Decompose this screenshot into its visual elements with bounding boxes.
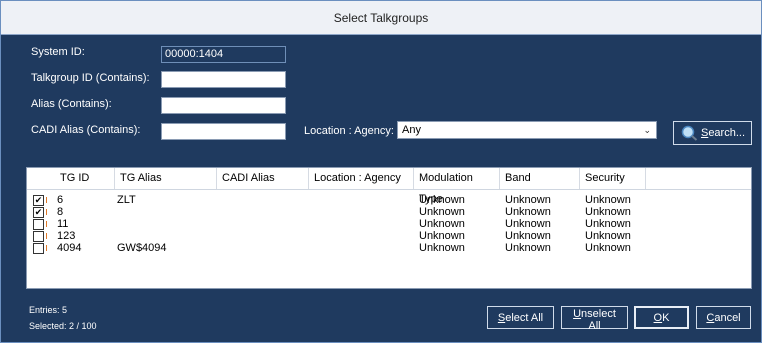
row-marker <box>46 245 47 251</box>
table-row[interactable]: ✔ 8 Unknown Unknown Unknown <box>27 206 751 218</box>
cadi-alias-input[interactable] <box>161 123 286 140</box>
cell-security: Unknown <box>585 206 631 218</box>
col-modulation-type[interactable]: Modulation Type <box>414 168 500 205</box>
table-row[interactable]: ✔ 6 ZLT Unknown Unknown Unknown <box>27 194 751 206</box>
cell-security: Unknown <box>585 194 631 206</box>
col-tg-id[interactable]: TG ID <box>55 168 115 189</box>
entries-count: Entries: 5 <box>29 305 68 315</box>
table-row[interactable]: 4094 GW$4094 Unknown Unknown Unknown <box>27 242 751 254</box>
row-checkbox[interactable]: ✔ <box>33 195 44 206</box>
col-security[interactable]: Security <box>580 168 646 189</box>
alias-label: Alias (Contains): <box>31 98 112 110</box>
cell-security: Unknown <box>585 230 631 242</box>
cell-modulation: Unknown <box>419 242 465 254</box>
system-id-label: System ID: <box>31 46 85 58</box>
col-tg-alias[interactable]: TG Alias <box>115 168 217 189</box>
selected-count: Selected: 2 / 100 <box>29 321 97 331</box>
talkgroup-table: TG ID TG Alias CADI Alias Location : Age… <box>26 167 752 289</box>
col-band[interactable]: Band <box>500 168 580 189</box>
cadi-alias-label: CADI Alias (Contains): <box>31 124 141 136</box>
cell-modulation: Unknown <box>419 230 465 242</box>
cell-band: Unknown <box>505 230 551 242</box>
location-agency-select[interactable]: Any ⌄ <box>397 121 657 139</box>
magnifier-icon <box>681 125 698 141</box>
row-checkbox[interactable]: ✔ <box>33 207 44 218</box>
location-agency-value: Any <box>402 124 421 136</box>
system-id-field: 00000:1404 <box>161 46 286 63</box>
cell-tgid: 8 <box>57 206 64 218</box>
cell-tgid: 123 <box>57 230 76 242</box>
row-marker <box>46 197 47 203</box>
cell-band: Unknown <box>505 242 551 254</box>
cell-tgid: 11 <box>57 218 69 230</box>
table-row[interactable]: 11 Unknown Unknown Unknown <box>27 218 751 230</box>
cell-security: Unknown <box>585 242 631 254</box>
cell-modulation: Unknown <box>419 218 465 230</box>
row-checkbox[interactable] <box>33 231 44 242</box>
tgid-input[interactable] <box>161 71 286 88</box>
row-marker <box>46 233 47 239</box>
row-checkbox[interactable] <box>33 219 44 230</box>
cell-band: Unknown <box>505 194 551 206</box>
cell-tgid: 6 <box>57 194 64 206</box>
table-row[interactable]: 123 Unknown Unknown Unknown <box>27 230 751 242</box>
row-marker <box>46 221 47 227</box>
tgid-label: Talkgroup ID (Contains): <box>31 72 150 84</box>
cell-alias: GW$4094 <box>117 242 167 254</box>
col-cadi-alias[interactable]: CADI Alias <box>217 168 309 189</box>
col-location-agency[interactable]: Location : Agency <box>309 168 414 189</box>
unselect-all-button[interactable]: Unselect All <box>561 306 628 332</box>
cell-band: Unknown <box>505 206 551 218</box>
select-talkgroups-dialog: Select Talkgroups System ID: 00000:1404 … <box>0 0 762 343</box>
window-title: Select Talkgroups <box>1 1 761 35</box>
cell-alias: ZLT <box>117 194 136 206</box>
row-checkbox[interactable] <box>33 243 44 254</box>
cell-modulation: Unknown <box>419 194 465 206</box>
cancel-button[interactable]: Cancel <box>696 306 751 329</box>
ok-button[interactable]: OK <box>634 306 689 329</box>
cell-modulation: Unknown <box>419 206 465 218</box>
search-button[interactable]: Search... <box>673 121 752 145</box>
chevron-down-icon[interactable]: ⌄ <box>643 122 651 138</box>
table-header: TG ID TG Alias CADI Alias Location : Age… <box>27 168 751 205</box>
window-title-text: Select Talkgroups <box>333 10 429 25</box>
alias-input[interactable] <box>161 97 286 114</box>
cell-band: Unknown <box>505 218 551 230</box>
search-label: Search... <box>700 127 745 139</box>
select-all-button[interactable]: Select All <box>487 306 554 329</box>
cell-security: Unknown <box>585 218 631 230</box>
cell-tgid: 4094 <box>57 242 82 254</box>
location-agency-label: Location : Agency: <box>304 125 394 137</box>
row-marker <box>46 209 47 215</box>
